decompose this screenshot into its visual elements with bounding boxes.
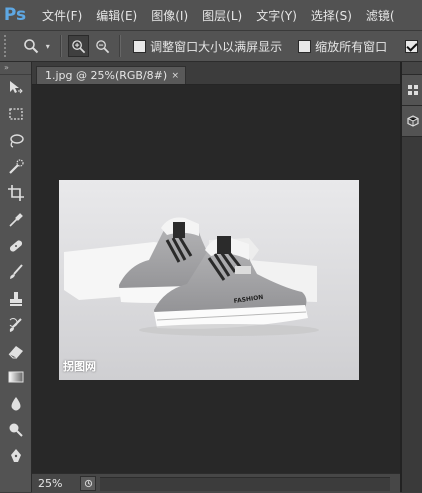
- options-separator: [119, 35, 122, 57]
- close-icon[interactable]: ×: [171, 71, 179, 81]
- quick-select-tool-icon[interactable]: [0, 154, 31, 180]
- document-image[interactable]: FASHION 拐图网: [59, 180, 359, 380]
- zoom-icon[interactable]: [20, 38, 42, 54]
- menu-file[interactable]: 文件(F): [30, 7, 89, 24]
- history-brush-tool-icon[interactable]: [0, 312, 31, 338]
- zoom-out-icon[interactable]: [91, 39, 113, 54]
- move-tool-icon[interactable]: [0, 75, 31, 101]
- sneaker-photo: FASHION: [59, 180, 359, 380]
- crop-tool-icon[interactable]: [0, 180, 31, 206]
- third-option-checkbox[interactable]: [405, 39, 418, 53]
- menu-filter[interactable]: 滤镜(: [359, 7, 402, 24]
- right-panel-header[interactable]: [402, 62, 422, 75]
- eraser-tool-icon[interactable]: [0, 338, 31, 364]
- pen-tool-icon[interactable]: [0, 443, 31, 469]
- resize-windows-label: 调整窗口大小以满屏显示: [150, 39, 283, 54]
- document-tab-title: 1.jpg @ 25%(RGB/8#): [45, 69, 168, 82]
- history-panel-icon[interactable]: [402, 75, 422, 106]
- chevron-down-icon[interactable]: ▾: [42, 42, 54, 51]
- eyedropper-tool-icon[interactable]: [0, 206, 31, 232]
- menu-select[interactable]: 选择(S): [304, 7, 359, 24]
- right-panel-dock: [400, 62, 422, 492]
- zoom-in-icon[interactable]: [67, 35, 90, 57]
- status-bar: 25%: [32, 473, 400, 493]
- zoom-all-windows-checkbox[interactable]: [298, 39, 312, 53]
- gradient-tool-icon[interactable]: [0, 364, 31, 390]
- document-tab[interactable]: 1.jpg @ 25%(RGB/8#) ×: [36, 66, 186, 84]
- horizontal-scrollbar[interactable]: [100, 476, 390, 491]
- dodge-tool-icon[interactable]: [0, 417, 31, 443]
- zoom-all-windows-label: 缩放所有窗口: [315, 39, 388, 54]
- tools-panel: »: [0, 62, 32, 492]
- zoom-level[interactable]: 25%: [32, 477, 80, 490]
- brush-tool-icon[interactable]: [0, 259, 31, 285]
- status-menu-icon[interactable]: [80, 476, 96, 491]
- 3d-panel-icon[interactable]: [402, 106, 422, 137]
- menu-type[interactable]: 文字(Y): [249, 7, 304, 24]
- menu-image[interactable]: 图像(I): [144, 7, 195, 24]
- marquee-tool-icon[interactable]: [0, 101, 31, 127]
- resize-windows-checkbox[interactable]: [133, 39, 147, 53]
- lasso-tool-icon[interactable]: [0, 128, 31, 154]
- options-bar: ▾ 调整窗口大小以满屏显示 缩放所有窗口: [0, 31, 422, 62]
- menu-edit[interactable]: 编辑(E): [89, 7, 144, 24]
- blur-tool-icon[interactable]: [0, 391, 31, 417]
- healing-brush-tool-icon[interactable]: [0, 233, 31, 259]
- options-separator: [59, 35, 62, 57]
- photoshop-logo: Ps: [3, 5, 27, 25]
- tools-panel-header[interactable]: »: [0, 62, 31, 75]
- clone-stamp-tool-icon[interactable]: [0, 285, 31, 311]
- menu-layer[interactable]: 图层(L): [195, 7, 249, 24]
- menu-bar: Ps 文件(F) 编辑(E) 图像(I) 图层(L) 文字(Y) 选择(S) 滤…: [0, 0, 422, 31]
- options-grip[interactable]: [4, 35, 14, 57]
- document-tab-bar: 1.jpg @ 25%(RGB/8#) ×: [32, 62, 400, 85]
- watermark-text: 拐图网: [63, 360, 96, 373]
- canvas-area[interactable]: FASHION 拐图网: [32, 85, 400, 473]
